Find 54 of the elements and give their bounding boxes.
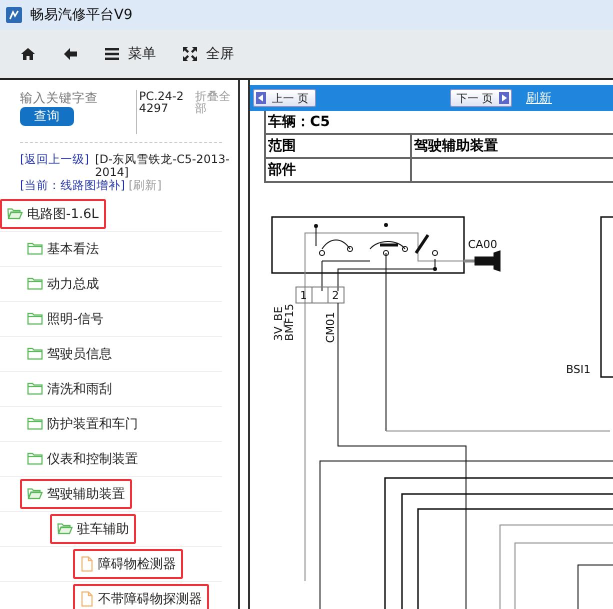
tree-item[interactable]: 障碍物检测器 xyxy=(73,548,183,579)
tree-item[interactable]: 动力总成 xyxy=(20,268,106,299)
right-arrow-icon xyxy=(499,92,509,104)
tree-item[interactable]: 驾驶辅助装置 xyxy=(20,478,132,509)
back-up-link[interactable]: [返回上一级] xyxy=(20,153,89,180)
table-cell: 部件 xyxy=(265,158,411,182)
tree-item[interactable]: 防护装置和车门 xyxy=(20,408,145,439)
menu-button[interactable]: 菜单 xyxy=(98,41,162,67)
window-title: 畅易汽修平台V9 xyxy=(30,6,132,24)
fullscreen-icon xyxy=(182,46,198,62)
folder-icon xyxy=(27,450,43,467)
wire-label: CM01 xyxy=(324,312,337,343)
folder-icon xyxy=(27,486,43,502)
keyword-search-field[interactable]: 输入关键字查 xyxy=(20,90,130,105)
folder-icon xyxy=(27,310,43,327)
tree-item[interactable]: 电路图-1.6L xyxy=(0,198,106,229)
vehicle-heading: 车辆：C5 xyxy=(265,111,613,134)
current-location-link[interactable]: [当前：线路图增补] xyxy=(20,178,125,192)
tree-item[interactable]: 基本看法 xyxy=(20,234,106,264)
menu-icon xyxy=(104,46,120,62)
table-cell: 驾驶辅助装置 xyxy=(411,134,613,158)
document-icon xyxy=(80,556,94,572)
fullscreen-button[interactable]: 全屏 xyxy=(176,41,240,67)
table-cell: 范围 xyxy=(265,134,411,158)
unit-label: BSI1 xyxy=(566,363,591,376)
home-icon xyxy=(20,46,36,62)
folder-icon xyxy=(27,416,43,432)
pin-number: 2 xyxy=(332,289,339,302)
catalog-code: PC.24-24297 xyxy=(136,90,189,134)
tree-item[interactable]: 仪表和控制装置 xyxy=(20,444,145,474)
folder-icon xyxy=(57,520,73,537)
folder-icon xyxy=(27,346,43,362)
wire-label: BMF15 xyxy=(283,304,296,341)
tree-item[interactable]: 清洗和雨刮 xyxy=(20,374,119,404)
tree-item[interactable]: 驻车辅助 xyxy=(50,514,136,544)
tree-item[interactable]: 照明-信号 xyxy=(20,304,111,334)
pin-number: 1 xyxy=(300,289,307,302)
document-icon xyxy=(80,590,94,607)
back-arrow-icon xyxy=(62,46,78,62)
app-logo-icon xyxy=(6,7,22,23)
next-page-button[interactable]: 下一 页 xyxy=(450,89,512,107)
folder-icon xyxy=(7,206,23,222)
folder-icon xyxy=(27,380,43,397)
tree-item[interactable]: 驾驶员信息 xyxy=(20,338,119,369)
vehicle-path-text: [D-东风雪铁龙-C5-2013-2014] xyxy=(94,153,231,180)
folder-icon xyxy=(27,240,43,257)
connector-label: CA00 xyxy=(468,238,498,251)
previous-page-button[interactable]: 上一 页 xyxy=(253,89,316,107)
tree-item[interactable]: 不带障碍物探测器 xyxy=(73,584,209,609)
left-arrow-icon xyxy=(256,92,266,104)
refresh-link[interactable]: 刷新 xyxy=(526,90,552,106)
wire-label: 3V_BE xyxy=(272,306,285,341)
folder-icon xyxy=(27,276,43,292)
search-button[interactable]: 查询 xyxy=(20,107,74,126)
